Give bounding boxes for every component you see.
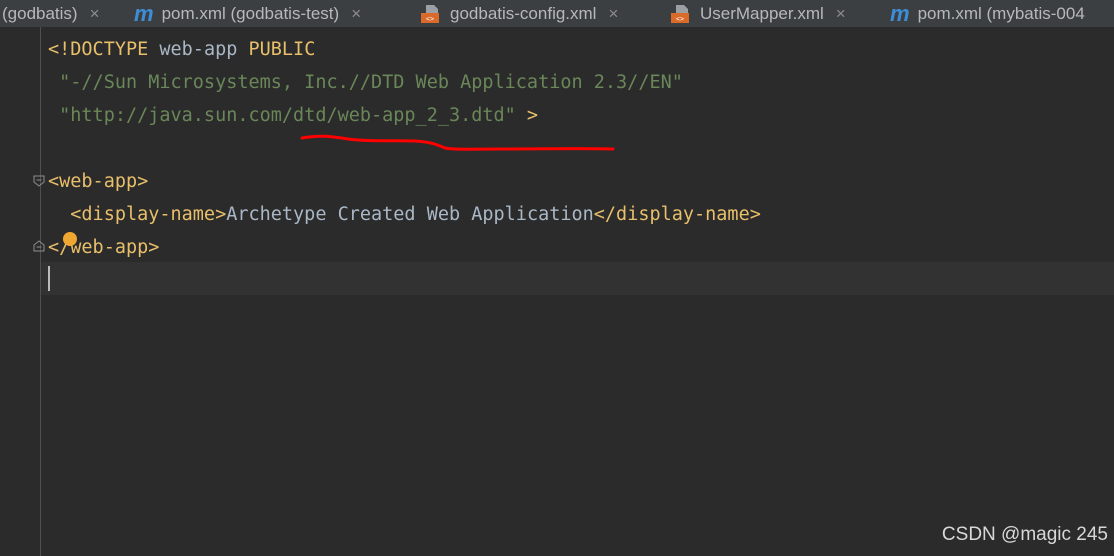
xml-file-icon: <>: [670, 4, 690, 24]
fold-icon[interactable]: [33, 240, 45, 252]
tab-label: pom.xml (godbatis-test): [161, 3, 340, 23]
tab-godbatis[interactable]: (godbatis) ×: [2, 0, 100, 27]
intention-bulb-icon[interactable]: [63, 232, 77, 246]
doctype-keyword: DOCTYPE: [70, 39, 149, 60]
code-line-3[interactable]: "http://java.sun.com/dtd/web-app_2_3.dtd…: [48, 99, 538, 132]
code-line-5[interactable]: <web-app>: [48, 165, 148, 198]
tab-label: (godbatis): [2, 3, 78, 23]
tab-label: UserMapper.xml: [700, 3, 824, 23]
svg-text:<>: <>: [426, 15, 434, 23]
tab-pom-mybatis-004[interactable]: m pom.xml (mybatis-004: [890, 0, 1085, 27]
close-icon[interactable]: ×: [836, 4, 846, 24]
svg-text:<>: <>: [676, 15, 684, 23]
maven-icon: m: [890, 0, 910, 26]
editor-tab-bar: (godbatis) × m pom.xml (godbatis-test) ×…: [0, 0, 1114, 27]
close-icon[interactable]: ×: [90, 4, 100, 24]
system-id-string: "http://java.sun.com/dtd/web-app_2_3.dtd…: [59, 105, 516, 126]
tab-pom-godbatis-test[interactable]: m pom.xml (godbatis-test) ×: [134, 0, 361, 27]
display-name-open-tag: <display-name>: [70, 204, 227, 225]
code-editor[interactable]: <!DOCTYPE web-app PUBLIC "-//Sun Microsy…: [0, 27, 1114, 556]
display-name-close-tag: </display-name>: [593, 204, 761, 225]
maven-icon: m: [134, 0, 154, 26]
current-line-highlight: [41, 262, 1114, 295]
public-id-string: "-//Sun Microsystems, Inc.//DTD Web Appl…: [59, 72, 683, 93]
fold-icon[interactable]: [33, 175, 45, 187]
code-line-6[interactable]: <display-name>Archetype Created Web Appl…: [48, 198, 761, 231]
code-line-1[interactable]: <!DOCTYPE web-app PUBLIC: [48, 33, 315, 66]
display-name-text: Archetype Created Web Application: [226, 204, 594, 225]
text-caret: [48, 266, 50, 291]
doctype-name: web-app: [148, 39, 249, 60]
doctype-close: >: [515, 105, 539, 126]
close-icon[interactable]: ×: [351, 4, 361, 24]
code-line-2[interactable]: "-//Sun Microsystems, Inc.//DTD Web Appl…: [48, 66, 683, 99]
xml-file-icon: <>: [420, 4, 440, 24]
close-icon[interactable]: ×: [608, 4, 618, 24]
doctype-public: PUBLIC: [248, 39, 316, 60]
web-app-open-tag: <web-app>: [48, 171, 149, 192]
tab-godbatis-config[interactable]: <> godbatis-config.xml ×: [420, 0, 618, 27]
watermark: CSDN @magic 245: [941, 524, 1108, 545]
doctype-open: <!: [48, 39, 71, 60]
tab-label: godbatis-config.xml: [450, 3, 597, 23]
tab-label: pom.xml (mybatis-004: [917, 3, 1085, 23]
tab-usermapper[interactable]: <> UserMapper.xml ×: [670, 0, 846, 27]
